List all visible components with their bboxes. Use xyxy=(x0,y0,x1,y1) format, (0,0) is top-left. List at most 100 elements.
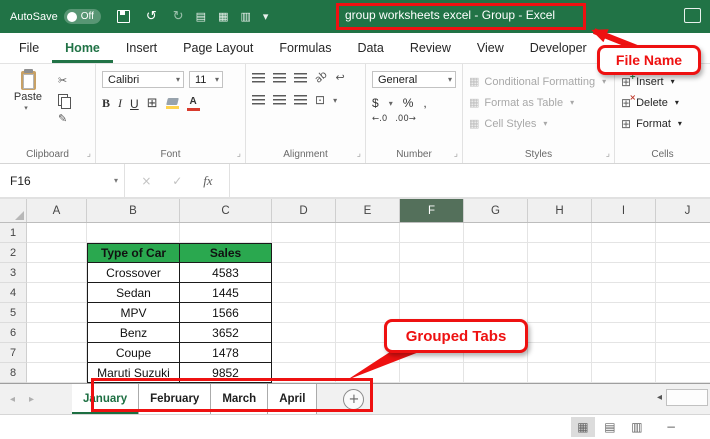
row-header-1[interactable]: 1 xyxy=(0,223,27,243)
cell-F2[interactable] xyxy=(400,243,464,263)
column-header-G[interactable]: G xyxy=(464,199,528,222)
cell-I6[interactable] xyxy=(592,323,656,343)
format-painter-button[interactable]: ✎ xyxy=(58,111,68,126)
alignment-dialog-launcher-icon[interactable]: ⌟ xyxy=(357,149,361,159)
enter-icon[interactable]: ✓ xyxy=(172,174,182,188)
hscroll-thumb[interactable] xyxy=(666,389,708,406)
sheet-scroll-left-icon[interactable]: ◂ xyxy=(10,394,15,405)
cell-G4[interactable] xyxy=(464,283,528,303)
autosave-toggle[interactable]: Off xyxy=(64,9,101,24)
cell-J3[interactable] xyxy=(656,263,710,283)
redo-icon[interactable]: ↻ xyxy=(173,10,184,23)
cell-A4[interactable] xyxy=(27,283,87,303)
cell-H8[interactable] xyxy=(528,363,592,383)
quick-access-more-icon[interactable]: ▾ xyxy=(263,11,269,22)
cancel-icon[interactable]: × xyxy=(141,174,151,188)
align-left-icon[interactable] xyxy=(252,95,265,105)
styles-item-cell-styles[interactable]: ▦Cell Styles▾ xyxy=(469,113,610,134)
column-header-I[interactable]: I xyxy=(592,199,656,222)
cell-H7[interactable] xyxy=(528,343,592,363)
top-align-icon[interactable] xyxy=(252,73,265,83)
accounting-format-button[interactable]: $ xyxy=(372,96,379,110)
cut-button[interactable]: ✂ xyxy=(58,73,68,88)
cell-B2[interactable]: Type of Car xyxy=(87,243,180,263)
accounting-caret-icon[interactable]: ▾ xyxy=(389,99,393,108)
cell-H6[interactable] xyxy=(528,323,592,343)
ribbon-tab-file[interactable]: File xyxy=(6,33,52,63)
row-header-4[interactable]: 4 xyxy=(0,283,27,303)
ribbon-tab-data[interactable]: Data xyxy=(344,33,396,63)
cell-C7[interactable]: 1478 xyxy=(180,343,272,363)
cell-C3[interactable]: 4583 xyxy=(180,263,272,283)
insert-function-button[interactable]: fx xyxy=(203,173,212,189)
ribbon-tab-developer[interactable]: Developer xyxy=(517,33,600,63)
cell-B5[interactable]: MPV xyxy=(87,303,180,323)
fill-color-button[interactable] xyxy=(166,98,179,109)
cell-A2[interactable] xyxy=(27,243,87,263)
cell-I1[interactable] xyxy=(592,223,656,243)
undo-icon[interactable]: ↺ xyxy=(146,10,157,23)
quick-access-icon-2[interactable]: ▦ xyxy=(218,11,228,22)
cell-G8[interactable] xyxy=(464,363,528,383)
ribbon-tab-page-layout[interactable]: Page Layout xyxy=(170,33,266,63)
row-header-8[interactable]: 8 xyxy=(0,363,27,383)
cell-B4[interactable]: Sedan xyxy=(87,283,180,303)
cell-I7[interactable] xyxy=(592,343,656,363)
quick-access-icon-1[interactable]: ▤ xyxy=(196,11,206,22)
cell-D4[interactable] xyxy=(272,283,336,303)
cell-J4[interactable] xyxy=(656,283,710,303)
cell-I4[interactable] xyxy=(592,283,656,303)
cell-B3[interactable]: Crossover xyxy=(87,263,180,283)
cell-D2[interactable] xyxy=(272,243,336,263)
clipboard-dialog-launcher-icon[interactable]: ⌟ xyxy=(87,149,91,159)
name-box[interactable]: F16 ▾ xyxy=(0,164,125,197)
styles-item-format-as-table[interactable]: ▦Format as Table▾ xyxy=(469,92,610,113)
cell-F1[interactable] xyxy=(400,223,464,243)
styles-dialog-launcher-icon[interactable]: ⌟ xyxy=(606,149,610,159)
borders-button[interactable]: ⊞ xyxy=(147,96,158,111)
cell-A3[interactable] xyxy=(27,263,87,283)
column-header-J[interactable]: J xyxy=(656,199,710,222)
cell-C4[interactable]: 1445 xyxy=(180,283,272,303)
zoom-out-icon[interactable]: − xyxy=(666,420,676,434)
hscroll-left-icon[interactable]: ◂ xyxy=(657,392,662,403)
wrap-text-icon[interactable]: ↩ xyxy=(335,71,344,84)
cell-C5[interactable]: 1566 xyxy=(180,303,272,323)
paste-button[interactable]: Paste ▾ xyxy=(6,71,50,126)
select-all-corner[interactable] xyxy=(0,199,27,222)
cell-J6[interactable] xyxy=(656,323,710,343)
column-header-B[interactable]: B xyxy=(87,199,180,222)
ribbon-tab-view[interactable]: View xyxy=(464,33,517,63)
cell-J7[interactable] xyxy=(656,343,710,363)
cell-G2[interactable] xyxy=(464,243,528,263)
comma-style-button[interactable]: , xyxy=(423,96,426,110)
cell-H3[interactable] xyxy=(528,263,592,283)
ribbon-tab-home[interactable]: Home xyxy=(52,33,113,63)
view-page-break-button[interactable]: ▥ xyxy=(625,417,649,437)
middle-align-icon[interactable] xyxy=(273,73,286,83)
column-header-F[interactable]: F xyxy=(400,199,464,222)
merge-caret-icon[interactable]: ▾ xyxy=(333,96,337,105)
cell-H2[interactable] xyxy=(528,243,592,263)
font-dialog-launcher-icon[interactable]: ⌟ xyxy=(237,149,241,159)
cell-B1[interactable] xyxy=(87,223,180,243)
row-header-2[interactable]: 2 xyxy=(0,243,27,263)
cell-I2[interactable] xyxy=(592,243,656,263)
cell-D7[interactable] xyxy=(272,343,336,363)
cell-D1[interactable] xyxy=(272,223,336,243)
styles-item-conditional-formatting[interactable]: ▦Conditional Formatting▾ xyxy=(469,71,610,92)
cell-D3[interactable] xyxy=(272,263,336,283)
cell-J8[interactable] xyxy=(656,363,710,383)
cell-C2[interactable]: Sales xyxy=(180,243,272,263)
bold-button[interactable]: B xyxy=(102,96,110,111)
cell-A5[interactable] xyxy=(27,303,87,323)
cell-J1[interactable] xyxy=(656,223,710,243)
cell-C6[interactable]: 3652 xyxy=(180,323,272,343)
cell-G1[interactable] xyxy=(464,223,528,243)
cell-E4[interactable] xyxy=(336,283,400,303)
ribbon-tab-review[interactable]: Review xyxy=(397,33,464,63)
cell-D5[interactable] xyxy=(272,303,336,323)
column-header-H[interactable]: H xyxy=(528,199,592,222)
orientation-icon[interactable]: ab xyxy=(313,69,330,85)
merge-center-icon[interactable]: ⊡ xyxy=(315,93,325,107)
